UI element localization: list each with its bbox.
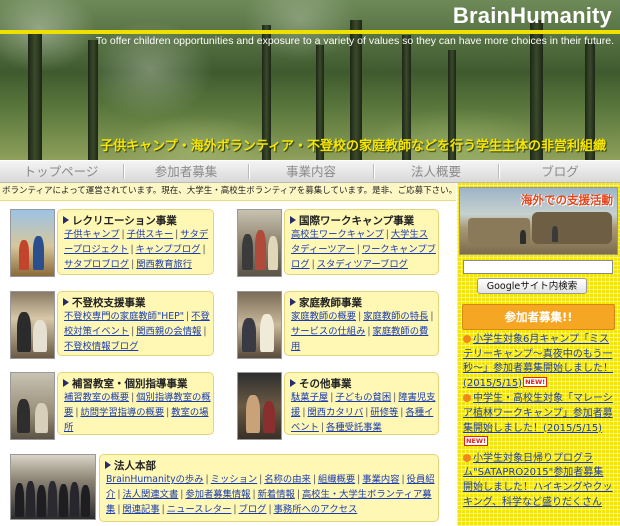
link-hs-workcamp[interactable]: 高校生ワークキャンプ [291,229,384,240]
link-business[interactable]: 事業内容 [362,474,399,485]
bullet-icon [463,335,471,343]
nav-recruit[interactable]: 参加者募集 [125,161,247,182]
link-name-origin[interactable]: 名称の由来 [264,474,311,485]
tutor-photo [237,291,282,359]
futoko-photo [10,291,55,359]
news-item[interactable]: 中学生・高校生対象「マレーシア植林ワークキャンプ」参加者募集開始しました！(20… [463,392,613,450]
overseas-support-title: 海外での支援活動 [521,193,613,207]
futoko-links: 不登校専門の家庭教師"HEP" | 不登校対策イベント | 関西親の会情報 |不登校情報ブ… [64,311,210,352]
link-hep[interactable]: 不登校専門の家庭教師"HEP" [64,311,184,322]
recreation-links: 子供キャンプ | 子供スキー | サタデープロジェクト | キャンプブログ |サタプロブログ |… [64,229,209,270]
international-card: 国際ワークキャンプ事業 高校生ワークキャンプ | 大学生スタディーツアー | ワークキャ… [284,209,439,275]
link-kansai-trip[interactable]: 関西教育旅行 [136,259,192,270]
news-item[interactable]: 小学生対象6月キャンプ「ミステリーキャンプ〜真夜中のもう一秒〜」参加者募集開始し… [463,333,613,391]
main-nav: トップページ 参加者募集 事業内容 法人概要 ブログ [0,161,620,183]
arrow-icon [290,379,296,387]
link-hoshu-overview[interactable]: 補習教室の概要 [64,392,129,403]
other-photo [237,372,282,440]
tutor-card: 家庭教師事業 家庭教師の概要 | 家庭教師の特長 |サービスの仕組み | 家庭教師の費用 [284,291,439,356]
new-badge-icon: NEW! [523,376,548,387]
site-search-input[interactable] [463,260,613,274]
link-recruit-info[interactable]: 参加者募集情報 [185,489,250,500]
link-tutor-system[interactable]: サービスの仕組み [291,326,365,337]
hq-photo [10,454,96,520]
sidebar: 海外での支援活動 Googleサイト内検索 参加者募集!! 小学生対象6月キャン… [457,183,620,526]
hoshu-card: 補習教室・個別指導事業 補習教室の概要 | 個別指導教室の概要 | 訪問学習指導の概要 |… [57,372,214,435]
hoshu-links: 補習教室の概要 | 個別指導教室の概要 | 訪問学習指導の概要 | 教室の場所 [64,392,211,433]
link-dagashiya[interactable]: 駄菓子屋 [291,392,328,403]
link-mission[interactable]: ミッション [211,474,258,485]
hoshu-title: 補習教室・個別指導事業 [63,376,188,391]
link-history[interactable]: BrainHumanityの歩み [106,474,204,485]
link-camp-blog[interactable]: キャンプブログ [136,244,201,255]
hq-title: 法人本部 [105,458,156,473]
nav-blog[interactable]: ブログ [500,161,620,182]
other-title: その他事業 [290,376,352,391]
link-tutor-features[interactable]: 家庭教師の特長 [363,311,428,322]
hq-links: BrainHumanityの歩み | ミッション | 名称の由来 | 組織概要 | 事業内容 | 役… [106,474,435,515]
link-newsletter[interactable]: ニュースレター [167,504,232,515]
recreation-card: レクリエーション事業 子供キャンプ | 子供スキー | サタデープロジェクト | キャンプブ… [57,209,214,275]
overseas-support-banner[interactable]: 海外での支援活動 [459,187,618,255]
header-banner: BrainHumanity To offer children opportun… [0,0,620,160]
link-studytour-blog[interactable]: スタディツアーブログ [317,259,408,270]
google-search-button[interactable]: Googleサイト内検索 [477,278,587,294]
link-parents-group[interactable]: 関西親の会情報 [136,326,201,337]
link-kids-ski[interactable]: 子供スキー [127,229,174,240]
arrow-icon [290,298,296,306]
recruit-header: 参加者募集!! [462,304,615,330]
international-title: 国際ワークキャンプ事業 [290,213,414,228]
recreation-title: レクリエーション事業 [63,213,177,228]
arrow-icon [63,379,69,387]
other-card: その他事業 駄菓子屋 | 子どもの貧困 | 障害児支援 | 関西カタリバ | 研修等 | 各種イベン… [284,372,439,435]
link-houmon-overview[interactable]: 訪問学習指導の概要 [80,407,164,418]
link-related-articles[interactable]: 関連記事 [122,504,159,515]
other-links: 駄菓子屋 | 子どもの貧困 | 障害児支援 | 関西カタリバ | 研修等 | 各種イベント | 各種受託… [291,392,436,433]
hoshu-photo [10,372,55,440]
link-organization[interactable]: 組織概要 [318,474,355,485]
link-blog[interactable]: ブログ [239,504,267,515]
tutor-title: 家庭教師事業 [290,295,362,310]
recreation-photo [10,209,55,277]
futoko-title: 不登校支援事業 [63,295,146,310]
site-headline: 子供キャンプ・海外ボランティア・不登校の家庭教師などを行う学生主体の非営利組織 [100,139,606,154]
arrow-icon [63,298,69,306]
ticker-text: ボランティアによって運営されています。現在、大学生・高校生ボランティアを募集して… [2,186,456,196]
arrow-icon [63,216,69,224]
tutor-links: 家庭教師の概要 | 家庭教師の特長 |サービスの仕組み | 家庭教師の費用 [291,311,434,352]
link-news-info[interactable]: 新着情報 [258,489,295,500]
site-tagline: To offer children opportunities and expo… [95,35,614,47]
link-documents[interactable]: 法人関連文書 [122,489,178,500]
bullet-icon [463,453,471,462]
arrow-icon [105,461,111,469]
link-futoko-blog[interactable]: 不登校情報ブログ [64,341,138,352]
news-item[interactable]: 小学生対象日帰りプログラム"SATAPRO2015"参加者募集開始しました！ハイ… [463,452,613,510]
link-satapro-blog[interactable]: サタプロブログ [64,259,129,270]
international-photo [237,209,282,277]
recruit-news-list: 小学生対象6月キャンプ「ミステリーキャンプ〜真夜中のもう一秒〜」参加者募集開始し… [463,333,613,511]
nav-about[interactable]: 法人概要 [375,161,497,182]
link-training[interactable]: 研修等 [370,407,398,418]
logo-underline [0,30,620,34]
news-ticker: ボランティアによって運営されています。現在、大学生・高校生ボランティアを募集して… [0,183,456,201]
link-kansai-katariba[interactable]: 関西カタリバ [307,407,363,418]
link-tutor-overview[interactable]: 家庭教師の概要 [291,311,356,322]
site-logo[interactable]: BrainHumanity [453,3,612,29]
arrow-icon [290,216,296,224]
futoko-card: 不登校支援事業 不登校専門の家庭教師"HEP" | 不登校対策イベント | 関西親の会情… [57,291,214,356]
nav-business[interactable]: 事業内容 [250,161,372,182]
link-office-access[interactable]: 事務所へのアクセス [274,504,358,515]
link-kids-camp[interactable]: 子供キャンプ [64,229,120,240]
international-links: 高校生ワークキャンプ | 大学生スタディーツアー | ワークキャンプブログ | スタディツア… [291,229,436,270]
new-badge-icon: NEW! [464,436,489,447]
link-contract-work[interactable]: 各種受託事業 [326,422,382,433]
hq-card: 法人本部 BrainHumanityの歩み | ミッション | 名称の由来 | 組織概要 | 事… [99,454,439,522]
bullet-icon [463,394,471,403]
link-child-poverty[interactable]: 子どもの貧困 [335,392,391,403]
nav-top[interactable]: トップページ [0,161,122,182]
